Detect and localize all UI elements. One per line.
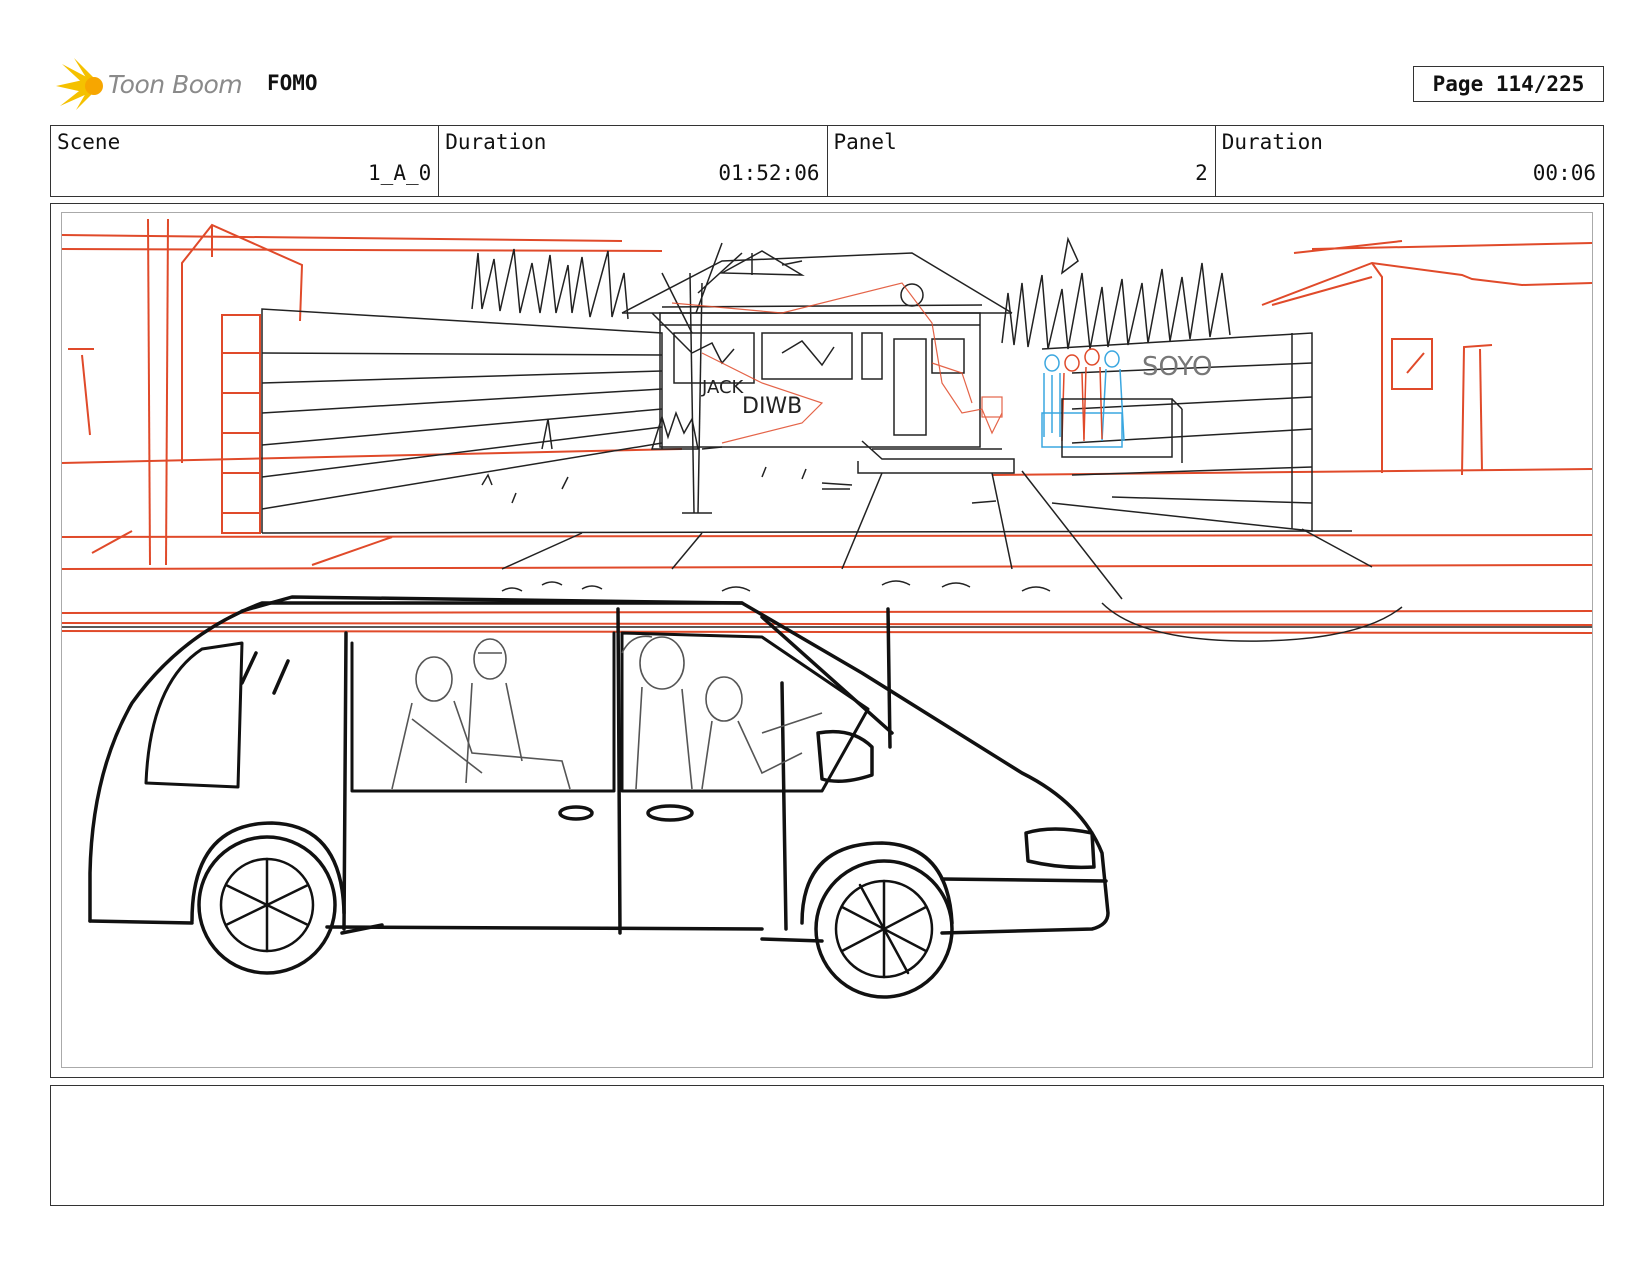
panel-duration-value: 00:06	[1532, 161, 1596, 185]
passengers	[391, 635, 823, 790]
brand-name: Toon Boom	[108, 70, 243, 99]
storyboard-panel: JACK DIWB SOYO	[50, 203, 1604, 1078]
storyboard-sketch: JACK DIWB SOYO	[62, 218, 1592, 999]
project-title: FOMO	[267, 71, 318, 95]
rough-layout-lines	[62, 218, 1592, 634]
panel-duration-label: Duration	[1221, 130, 1323, 154]
starburst-icon	[56, 58, 103, 110]
panel-duration-cell: Duration 00:06	[1216, 126, 1603, 196]
scene-duration-value: 01:52:06	[718, 161, 820, 185]
rough-overlay	[671, 282, 1003, 444]
graffiti-1: JACK	[701, 377, 745, 398]
panel-label: Panel	[833, 130, 897, 154]
scene-duration-cell: Duration 01:52:06	[439, 126, 828, 196]
toon-boom-logo: Toon Boom	[52, 56, 252, 112]
scene-label: Scene	[57, 130, 121, 154]
background-ink	[62, 236, 1592, 642]
panel-cell: Panel 2	[828, 126, 1216, 196]
panel-image-area: JACK DIWB SOYO	[61, 212, 1593, 1068]
graffiti-3: SOYO	[1142, 352, 1212, 382]
page-number: Page 114/225	[1413, 66, 1604, 102]
scene-duration-label: Duration	[445, 130, 547, 154]
panel-value: 2	[1195, 161, 1208, 185]
graffiti-2: DIWB	[742, 394, 802, 419]
graffiti-text: JACK DIWB SOYO	[701, 352, 1212, 419]
scene-cell: Scene 1_A_0	[51, 126, 440, 196]
minivan	[88, 595, 1110, 999]
notes-box	[50, 1085, 1604, 1206]
scene-value: 1_A_0	[368, 161, 432, 185]
info-table: Scene 1_A_0 Duration 01:52:06 Panel 2 Du…	[50, 125, 1604, 197]
